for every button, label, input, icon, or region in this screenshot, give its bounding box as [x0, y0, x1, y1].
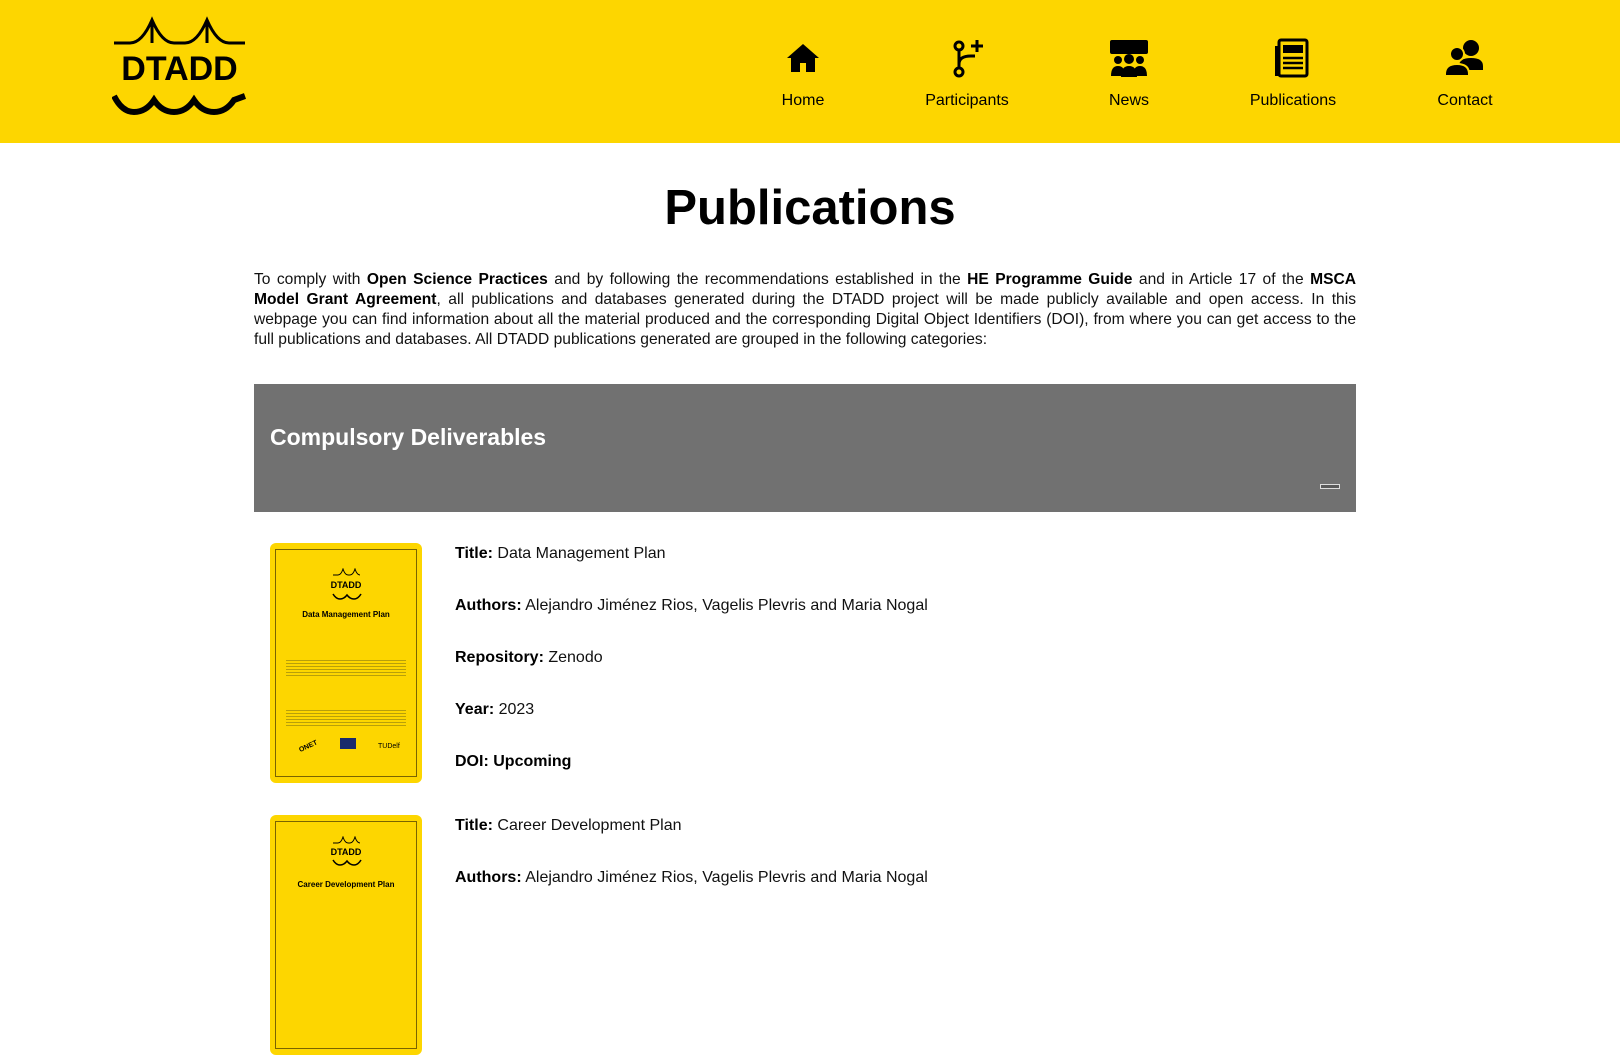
authors-label: Authors:	[455, 597, 522, 614]
dtadd-logo[interactable]: DTADD	[111, 16, 247, 124]
publication-cover[interactable]: DTADD Career Development Plan	[270, 815, 422, 1055]
publication-doi-row: DOI: Upcoming	[455, 753, 571, 771]
publication-repository-row: Repository: Zenodo	[455, 649, 603, 667]
nav-news-label: News	[1108, 92, 1149, 109]
publication-repository: Zenodo	[548, 649, 603, 666]
year-label: Year:	[455, 701, 495, 718]
collapse-icon[interactable]	[1320, 484, 1340, 489]
intro-paragraph: To comply with Open Science Practices an…	[254, 270, 1356, 350]
nav-participants[interactable]: Participants	[892, 30, 1042, 120]
svg-text:ONET: ONET	[298, 739, 319, 754]
publication-title-row: Title: Career Development Plan	[455, 817, 681, 835]
nav-participants-label: Participants	[925, 92, 1009, 109]
nav-publications-label: Publications	[1249, 92, 1337, 109]
nav-home-label: Home	[781, 92, 825, 109]
people-group-icon	[1110, 40, 1148, 77]
cover-wave-icon	[332, 593, 362, 600]
publication-authors: Alejandro Jiménez Rios, Vagelis Plevris …	[525, 597, 928, 614]
cover-brand: DTADD	[330, 580, 362, 590]
intro-text-2: and by following the recommendations est…	[547, 271, 968, 288]
intro-text-3: and in Article 17 of the	[1132, 271, 1311, 288]
title-label: Title:	[455, 817, 493, 834]
nav-contact-label: Contact	[1437, 92, 1493, 109]
nav-news[interactable]: News	[1054, 30, 1204, 120]
publication-year: 2023	[498, 701, 535, 718]
cover-frame: DTADD Data Management Plan ONET TUDelft	[275, 549, 417, 777]
publication-authors: Alejandro Jiménez Rios, Vagelis Plevris …	[525, 869, 928, 886]
intro-text-1: To comply with	[254, 271, 367, 288]
publication-year-row: Year: 2023	[455, 701, 534, 719]
section-compulsory-deliverables[interactable]: Compulsory Deliverables	[254, 384, 1356, 512]
repository-label: Repository:	[455, 649, 544, 666]
logo-text: DTADD	[121, 50, 238, 88]
cover-title: Data Management Plan	[302, 610, 390, 619]
svg-text:TUDelft: TUDelft	[378, 743, 400, 750]
title-label: Title:	[455, 545, 493, 562]
cover-brand: DTADD	[330, 847, 362, 857]
page-title: Publications	[664, 181, 956, 235]
cover-partner-logos-icon: ONET TUDelft	[298, 738, 400, 754]
publication-doi[interactable]: Upcoming	[493, 753, 571, 770]
nav-publications[interactable]: Publications	[1218, 30, 1368, 120]
nav-home[interactable]: Home	[728, 30, 878, 120]
chat-people-icon	[1444, 40, 1483, 77]
intro-bold-he-guide: HE Programme Guide	[967, 271, 1133, 288]
publication-authors-row: Authors: Alejandro Jiménez Rios, Vagelis…	[455, 597, 928, 615]
publication-cover[interactable]: DTADD Data Management Plan ONET TUDelft	[270, 543, 422, 783]
home-icon	[787, 44, 819, 72]
cover-title: Career Development Plan	[297, 880, 395, 889]
doi-label: DOI:	[455, 753, 489, 770]
cover-wave-icon	[332, 859, 362, 866]
publication-title: Data Management Plan	[497, 545, 666, 562]
authors-label: Authors:	[455, 869, 522, 886]
publication-title: Career Development Plan	[497, 817, 682, 834]
cover-frame: DTADD Career Development Plan	[275, 821, 417, 1049]
publication-authors-row: Authors: Alejandro Jiménez Rios, Vagelis…	[455, 869, 928, 887]
publication-title-row: Title: Data Management Plan	[455, 545, 666, 563]
newspaper-icon	[1275, 38, 1309, 78]
section-title: Compulsory Deliverables	[270, 424, 547, 450]
site-header: DTADD Home Participants News Publication…	[0, 0, 1620, 143]
nav-contact[interactable]: Contact	[1390, 30, 1540, 120]
intro-bold-open-science: Open Science Practices	[366, 271, 548, 288]
branch-plus-icon	[953, 40, 983, 78]
cover-fine-print-2	[286, 708, 406, 726]
cover-fine-print	[286, 658, 406, 676]
